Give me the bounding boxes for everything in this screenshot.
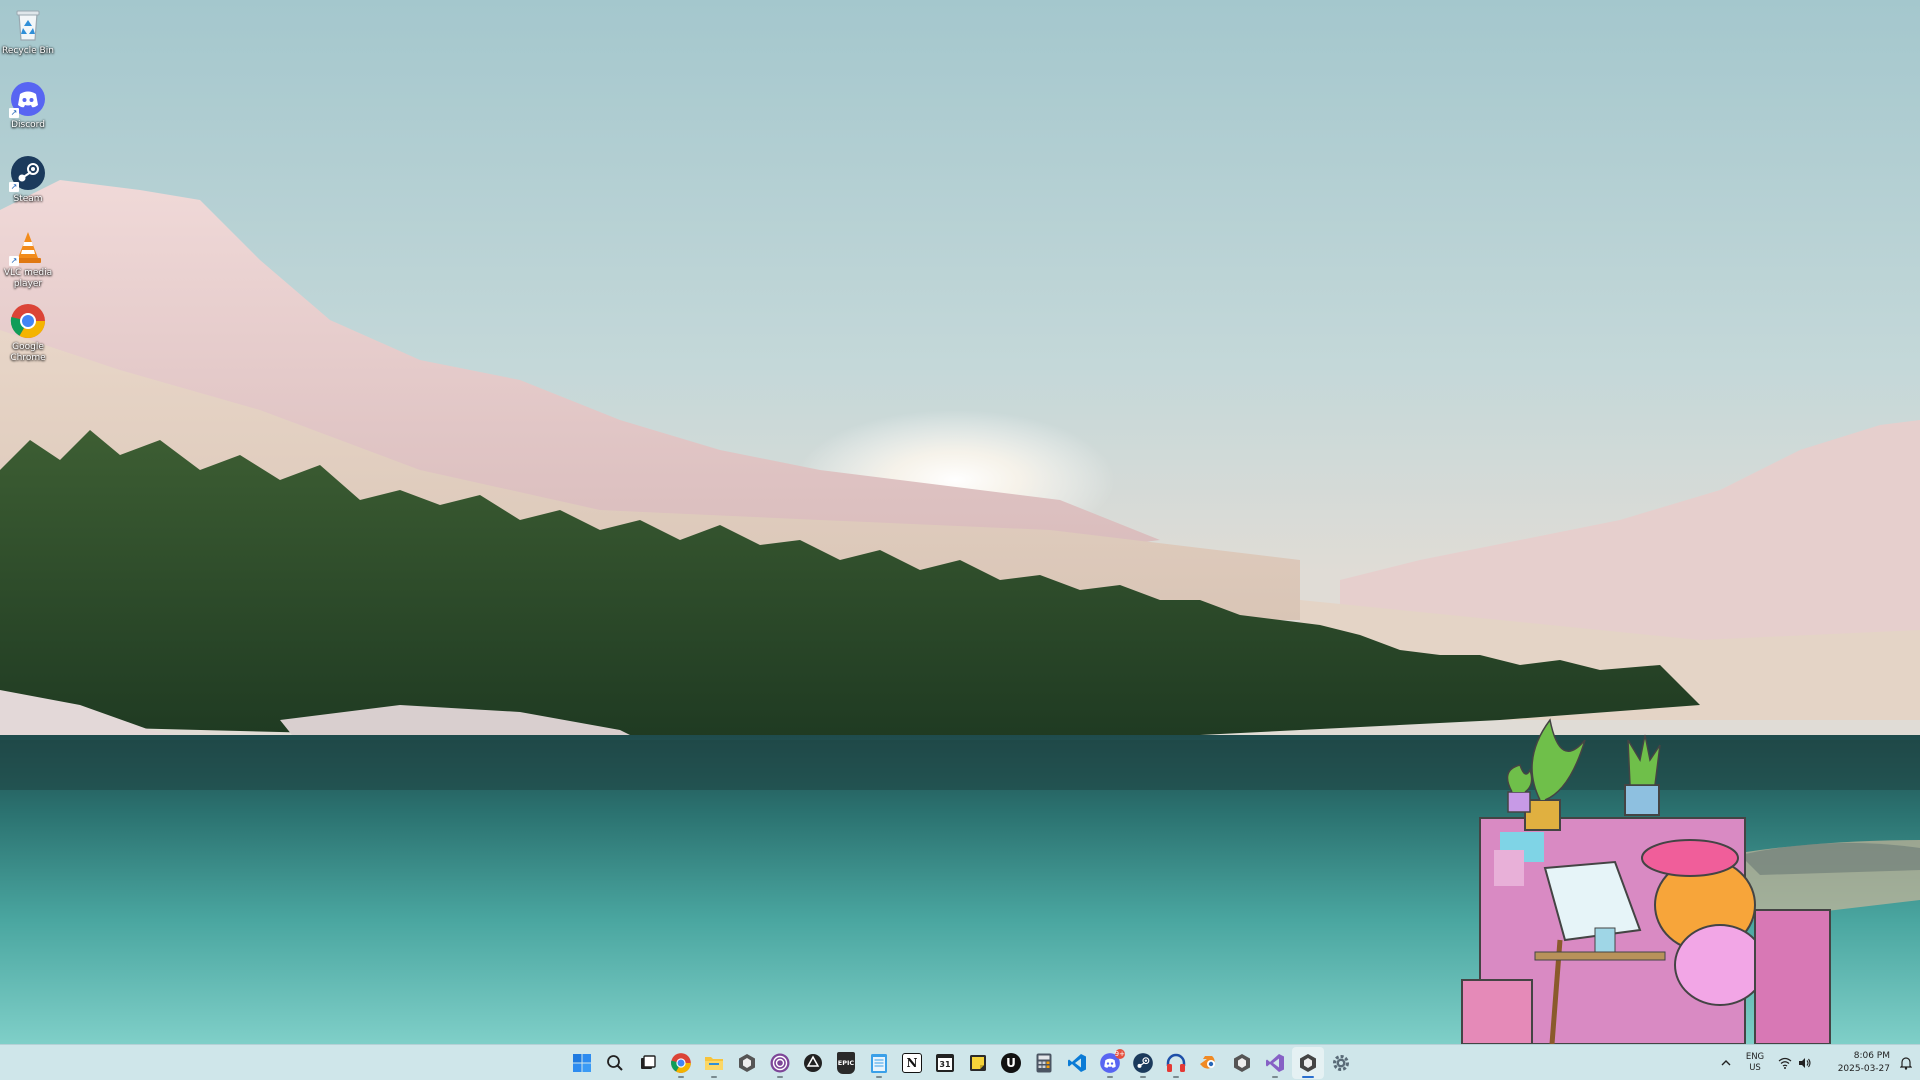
language-code: ENG	[1746, 1052, 1764, 1063]
taskbar-app-audio[interactable]	[1160, 1047, 1192, 1079]
blender-icon	[1198, 1052, 1220, 1074]
taskbar: EPIC N 31 U	[0, 1044, 1920, 1080]
running-indicator	[1107, 1076, 1113, 1078]
unity-icon	[1232, 1053, 1252, 1073]
taskbar-app-file-explorer[interactable]	[698, 1047, 730, 1079]
desktop-icon-label: Recycle Bin	[2, 46, 54, 57]
running-indicator	[876, 1076, 882, 1078]
gear-icon	[1331, 1053, 1351, 1073]
task-view-button[interactable]	[632, 1047, 664, 1079]
calendar-icon: 31	[936, 1054, 954, 1072]
taskbar-app-calculator[interactable]	[1028, 1047, 1060, 1079]
running-indicator	[777, 1076, 783, 1078]
calculator-icon	[1036, 1053, 1052, 1073]
sticky-notes-icon	[968, 1053, 988, 1073]
taskbar-app-unity-2[interactable]	[1226, 1047, 1258, 1079]
chrome-icon	[9, 302, 47, 340]
taskbar-app-unity-hub[interactable]	[731, 1047, 763, 1079]
taskbar-app-sticky-notes[interactable]	[962, 1047, 994, 1079]
notification-badge: 9+	[1115, 1049, 1125, 1059]
search-button[interactable]	[599, 1047, 631, 1079]
recycle-bin-icon	[9, 6, 47, 44]
running-indicator	[1140, 1076, 1146, 1078]
taskbar-app-notion[interactable]: N	[896, 1047, 928, 1079]
desktop-icon-steam[interactable]: ↗ Steam	[2, 154, 54, 205]
notepad-icon	[870, 1052, 888, 1074]
clock-time: 8:06 PM	[1854, 1050, 1890, 1063]
vlc-icon: ↗	[9, 228, 47, 266]
task-view-icon	[639, 1054, 657, 1072]
system-tray: ENG US 8:06 PM 2025-03-27	[1716, 1045, 1920, 1081]
network-volume-button[interactable]	[1774, 1045, 1816, 1081]
desktop-icon-chrome[interactable]: Google Chrome	[2, 302, 54, 364]
unity-icon	[737, 1053, 757, 1073]
steam-icon: ↗	[9, 154, 47, 192]
taskbar-app-list: EPIC N 31 U	[566, 1045, 1357, 1081]
clock-date: 2025-03-27	[1838, 1063, 1890, 1076]
tor-icon	[769, 1052, 791, 1074]
shortcut-arrow-icon: ↗	[9, 182, 19, 192]
desktop-icon-discord[interactable]: ↗ Discord	[2, 80, 54, 131]
volume-icon	[1798, 1057, 1812, 1069]
start-button[interactable]	[566, 1047, 598, 1079]
taskbar-app-visual-studio[interactable]	[1259, 1047, 1291, 1079]
taskbar-app-unity-active[interactable]	[1292, 1047, 1324, 1079]
taskbar-app-steam[interactable]	[1127, 1047, 1159, 1079]
bell-icon	[1900, 1056, 1912, 1070]
wifi-icon	[1778, 1057, 1792, 1069]
discord-icon: ↗	[9, 80, 47, 118]
running-indicator	[1272, 1076, 1278, 1078]
running-indicator	[711, 1076, 717, 1078]
taskbar-app-blender[interactable]	[1193, 1047, 1225, 1079]
unity-logo-icon	[803, 1053, 823, 1073]
taskbar-app-unreal-engine[interactable]: U	[995, 1047, 1027, 1079]
windows-start-icon	[572, 1053, 592, 1073]
taskbar-app-notepad[interactable]	[863, 1047, 895, 1079]
desktop-icon-label: Google Chrome	[2, 342, 54, 364]
desktop-icon-label: VLC media player	[2, 268, 54, 290]
taskbar-app-settings[interactable]	[1325, 1047, 1357, 1079]
desktop-icon-label: Discord	[2, 120, 54, 131]
taskbar-app-unity[interactable]	[797, 1047, 829, 1079]
unreal-engine-icon: U	[1001, 1053, 1021, 1073]
chevron-up-icon	[1720, 1057, 1732, 1069]
vscode-icon	[1067, 1053, 1087, 1073]
search-icon	[606, 1054, 624, 1072]
show-hidden-icons-button[interactable]	[1716, 1045, 1736, 1081]
taskbar-app-epic-games[interactable]: EPIC	[830, 1047, 862, 1079]
running-indicator	[678, 1076, 684, 1078]
epic-games-icon: EPIC	[837, 1052, 855, 1074]
running-indicator	[1302, 1076, 1314, 1078]
unity-icon	[1298, 1053, 1318, 1073]
folder-icon	[703, 1052, 725, 1074]
taskbar-app-tor-browser[interactable]	[764, 1047, 796, 1079]
chrome-icon	[670, 1052, 692, 1074]
taskbar-app-discord[interactable]: 9+	[1094, 1047, 1126, 1079]
desktop-icon-label: Steam	[2, 194, 54, 205]
language-indicator[interactable]: ENG US	[1736, 1045, 1774, 1081]
taskbar-app-vscode[interactable]	[1061, 1047, 1093, 1079]
notifications-button[interactable]	[1896, 1045, 1920, 1081]
steam-icon	[1132, 1052, 1154, 1074]
clock[interactable]: 8:06 PM 2025-03-27	[1816, 1045, 1896, 1081]
notion-icon: N	[902, 1053, 922, 1073]
keyboard-region: US	[1749, 1063, 1761, 1074]
visual-studio-icon	[1265, 1053, 1285, 1073]
desktop-icon-recycle-bin[interactable]: Recycle Bin	[2, 6, 54, 57]
shortcut-arrow-icon: ↗	[9, 108, 19, 118]
desktop-wallpaper	[0, 0, 1920, 1044]
running-indicator	[1173, 1076, 1179, 1078]
taskbar-app-chrome[interactable]	[665, 1047, 697, 1079]
taskbar-app-calendar[interactable]: 31	[929, 1047, 961, 1079]
desktop-icon-vlc[interactable]: ↗ VLC media player	[2, 228, 54, 290]
headphones-icon	[1165, 1052, 1187, 1074]
shortcut-arrow-icon: ↗	[9, 256, 19, 266]
